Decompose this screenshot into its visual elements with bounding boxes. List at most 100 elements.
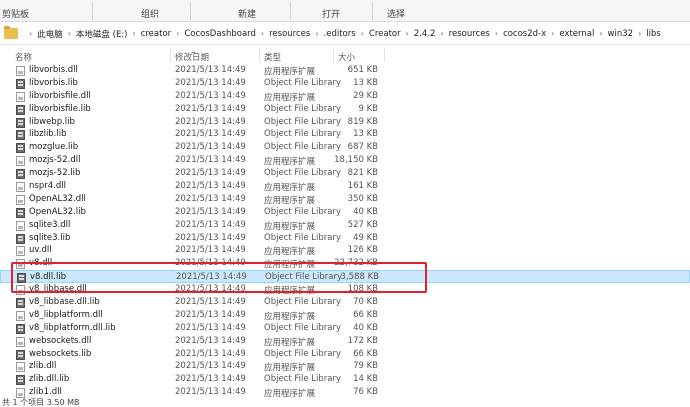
file-date: 2021/5/13 14:49: [175, 219, 246, 230]
file-row[interactable]: websockets.dll 2021/5/13 14:49 应用程序扩展 172 K…: [0, 335, 690, 348]
breadcrumb-chevron-icon[interactable]: ›: [551, 29, 554, 38]
file-row[interactable]: sqlite3.dll 2021/5/13 14:49 应用程序扩展 527 KB: [0, 219, 690, 232]
file-row[interactable]: libwebp.lib 2021/5/13 14:49 Object File Li…: [0, 116, 690, 129]
file-row[interactable]: libvorbisfile.dll 2021/5/13 14:49 应用程序扩展 29…: [0, 90, 690, 103]
file-row[interactable]: zlib1.dll 2021/5/13 14:49 应用程序扩展 76 KB: [0, 386, 690, 399]
file-row[interactable]: OpenAL32.dll 2021/5/13 14:49 应用程序扩展 350 KB: [0, 193, 690, 206]
file-size: 126 KB: [347, 245, 378, 256]
column-name-header[interactable]: 名称: [15, 51, 32, 63]
column-resize-handle[interactable]: [170, 48, 171, 62]
file-row[interactable]: libvorbis.dll 2021/5/13 14:49 应用程序扩展 651 KB: [0, 64, 690, 77]
column-type-header[interactable]: 类型: [264, 51, 281, 63]
column-resize-handle[interactable]: [384, 48, 385, 62]
file-size: 79 KB: [353, 361, 378, 372]
dll-file-icon: [16, 310, 25, 321]
file-row[interactable]: mozglue.lib 2021/5/13 14:49 Object File Li…: [0, 141, 690, 154]
ribbon-group-clipboard[interactable]: 剪贴板: [2, 7, 29, 20]
file-size: 3,588 KB: [340, 272, 379, 283]
ribbon-group-new[interactable]: 新建: [238, 7, 256, 20]
breadcrumb-item[interactable]: .editors: [324, 29, 356, 39]
breadcrumb: › 此电脑 › 本地磁盘 (E:) › creator › CocosDashboard › re…: [24, 28, 661, 40]
address-bar[interactable]: › 此电脑 › 本地磁盘 (E:) › creator › CocosDashboard › re…: [0, 23, 690, 45]
file-row[interactable]: mozjs-52.dll 2021/5/13 14:49 应用程序扩展 18,150 …: [0, 154, 690, 167]
column-date-header[interactable]: 修改日期: [175, 51, 209, 63]
file-type: 应用程序扩展: [264, 157, 316, 168]
lib-file-icon: [16, 233, 25, 244]
column-size-header[interactable]: 大小: [338, 51, 355, 63]
breadcrumb-item[interactable]: 2.4.2: [414, 29, 436, 39]
file-name: mozjs-52.dll: [29, 155, 81, 166]
column-resize-handle[interactable]: [333, 48, 334, 62]
file-row[interactable]: v8.dll 2021/5/13 14:49 应用程序扩展 22,732 KB: [0, 257, 690, 270]
lib-file-icon: [16, 104, 25, 115]
file-row[interactable]: websockets.lib 2021/5/13 14:49 Object File…: [0, 348, 690, 361]
column-header: ^ 名称 修改日期 类型 大小: [0, 46, 690, 64]
file-name: nspr4.dll: [29, 181, 66, 192]
file-row[interactable]: libzlib.lib 2021/5/13 14:49 Object File Li…: [0, 128, 690, 141]
ribbon-divider: [290, 2, 291, 20]
file-size: 29 KB: [353, 90, 378, 101]
dll-file-icon: [16, 220, 25, 231]
breadcrumb-item[interactable]: creator: [141, 29, 171, 39]
folder-icon: [4, 26, 18, 39]
dll-file-icon: [16, 362, 25, 373]
file-row[interactable]: v8_libplatform.dll 2021/5/13 14:49 应用程序扩展 6…: [0, 309, 690, 322]
breadcrumb-chevron-icon[interactable]: ›: [440, 29, 443, 38]
file-row[interactable]: libvorbis.lib 2021/5/13 14:49 Object File …: [0, 77, 690, 90]
file-row[interactable]: v8_libplatform.dll.lib 2021/5/13 14:49 Obj…: [0, 322, 690, 335]
breadcrumb-chevron-icon[interactable]: ›: [495, 29, 498, 38]
file-name: v8_libbase.dll.lib: [29, 297, 100, 308]
ribbon-group-open[interactable]: 打开: [322, 7, 340, 20]
file-row[interactable]: nspr4.dll 2021/5/13 14:49 应用程序扩展 161 KB: [0, 180, 690, 193]
dll-file-icon: [16, 91, 25, 102]
file-list: libvorbis.dll 2021/5/13 14:49 应用程序扩展 651 KB…: [0, 64, 690, 399]
file-name: v8.dll.lib: [30, 272, 67, 283]
breadcrumb-item[interactable]: win32: [608, 29, 634, 39]
file-row[interactable]: v8_libbase.dll.lib 2021/5/13 14:49 Object …: [0, 296, 690, 309]
ribbon-group-organize[interactable]: 组织: [141, 7, 159, 20]
file-name: websockets.dll: [29, 335, 92, 346]
breadcrumb-chevron-icon[interactable]: ›: [133, 29, 136, 38]
breadcrumb-chevron-icon[interactable]: ›: [638, 29, 641, 38]
breadcrumb-chevron-icon[interactable]: ›: [315, 29, 318, 38]
file-row[interactable]: v8_libbase.dll 2021/5/13 14:49 应用程序扩展 108 K…: [0, 283, 690, 296]
breadcrumb-item[interactable]: external: [559, 29, 594, 39]
file-size: 350 KB: [347, 193, 378, 204]
file-row[interactable]: OpenAL32.lib 2021/5/13 14:49 Object File L…: [0, 206, 690, 219]
breadcrumb-item[interactable]: resources: [269, 29, 310, 39]
file-name: v8_libbase.dll: [29, 284, 87, 295]
file-row[interactable]: sqlite3.lib 2021/5/13 14:49 Object File Li…: [0, 232, 690, 245]
breadcrumb-chevron-icon[interactable]: ›: [176, 29, 179, 38]
column-resize-handle[interactable]: [259, 48, 260, 62]
breadcrumb-chevron-icon[interactable]: ›: [599, 29, 602, 38]
ribbon-divider: [190, 2, 191, 20]
breadcrumb-item[interactable]: Creator: [369, 29, 401, 39]
breadcrumb-item[interactable]: resources: [449, 29, 490, 39]
ribbon-group-select[interactable]: 选择: [387, 7, 405, 20]
breadcrumb-chevron-icon[interactable]: ›: [68, 29, 71, 38]
breadcrumb-item[interactable]: 此电脑: [37, 28, 63, 40]
file-size: 76 KB: [353, 387, 378, 398]
file-type: 应用程序扩展: [264, 389, 316, 400]
breadcrumb-chevron-icon[interactable]: ›: [406, 29, 409, 38]
lib-file-icon: [16, 130, 25, 141]
file-row[interactable]: zlib.dll.lib 2021/5/13 14:49 Object File L…: [0, 373, 690, 386]
file-date: 2021/5/13 14:49: [175, 181, 246, 192]
status-text: 共 1 个项目 3.50 MB: [2, 398, 80, 407]
file-row[interactable]: uv.dll 2021/5/13 14:49 应用程序扩展 126 KB: [0, 244, 690, 257]
breadcrumb-item[interactable]: libs: [646, 29, 661, 39]
breadcrumb-chevron-icon[interactable]: ›: [261, 29, 264, 38]
file-size: 14 KB: [353, 374, 378, 385]
file-name: libvorbisfile.dll: [29, 90, 91, 101]
breadcrumb-item[interactable]: cocos2d-x: [503, 29, 546, 39]
breadcrumb-item[interactable]: 本地磁盘 (E:): [76, 28, 128, 40]
file-row[interactable]: libvorbisfile.lib 2021/5/13 14:49 Object F…: [0, 103, 690, 116]
breadcrumb-chevron-icon[interactable]: ›: [361, 29, 364, 38]
breadcrumb-chevron-icon[interactable]: ›: [29, 29, 32, 38]
file-date: 2021/5/13 14:49: [175, 284, 246, 295]
file-row[interactable]: zlib.dll 2021/5/13 14:49 应用程序扩展 79 KB: [0, 360, 690, 373]
breadcrumb-item[interactable]: CocosDashboard: [184, 29, 256, 39]
file-date: 2021/5/13 14:49: [175, 193, 246, 204]
file-row[interactable]: mozjs-52.lib 2021/5/13 14:49 Object File L…: [0, 167, 690, 180]
file-row-selected[interactable]: v8.dll.lib 2021/5/13 14:49 Object File Lib…: [0, 270, 690, 284]
